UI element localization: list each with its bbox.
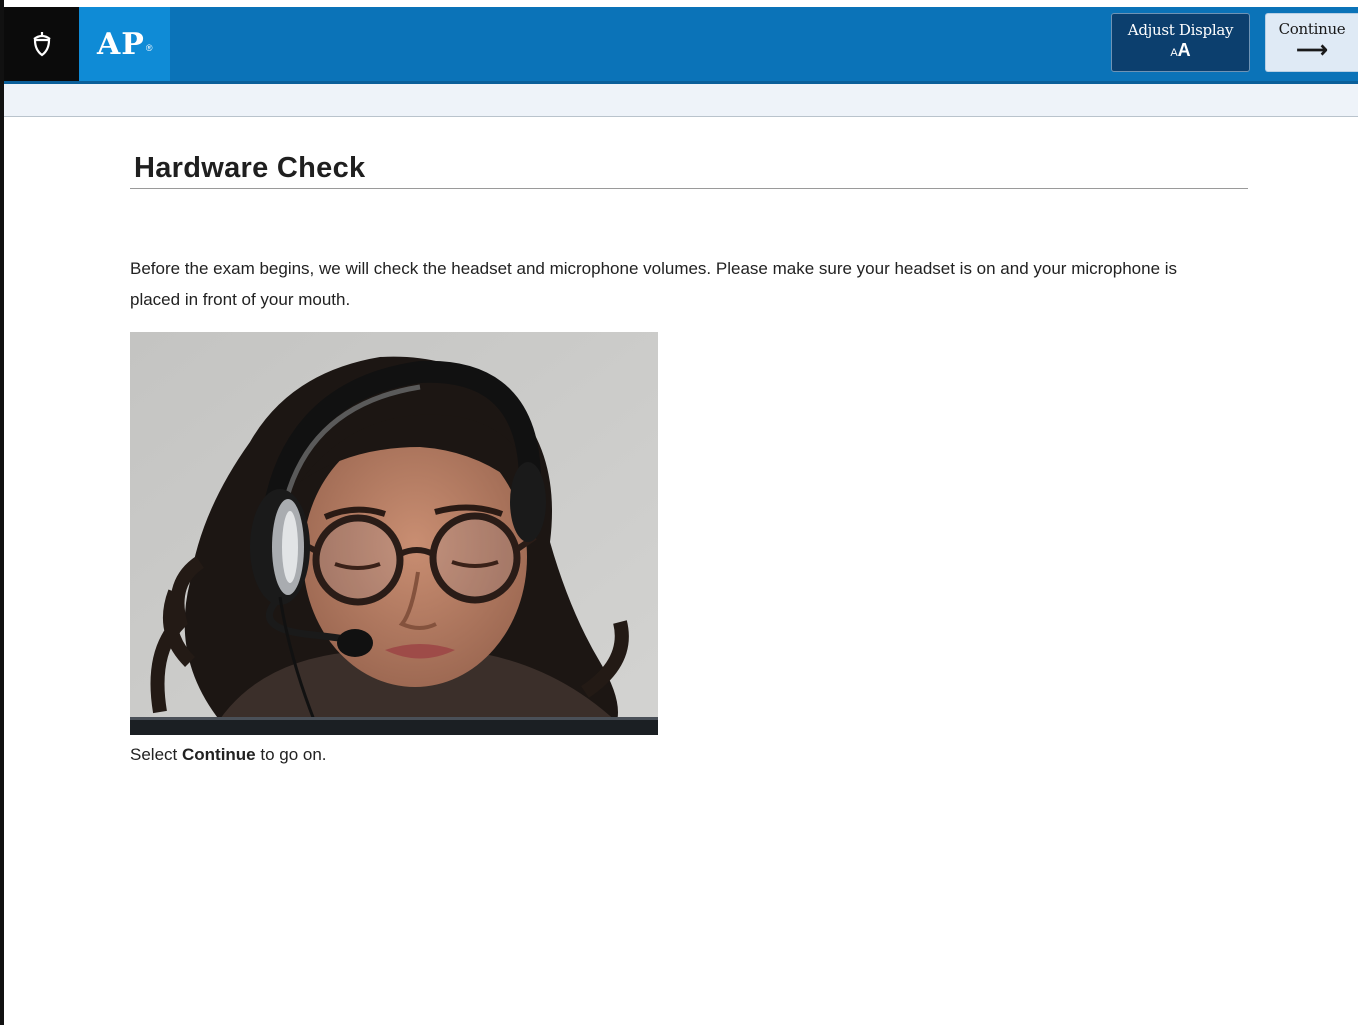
- headset-photo: [130, 332, 658, 735]
- continue-instruction: Select Continue to go on.: [130, 745, 1248, 765]
- title-divider: [130, 188, 1248, 189]
- page-title: Hardware Check: [134, 152, 366, 184]
- ap-logo-text: AP: [97, 26, 145, 62]
- continue-button[interactable]: Continue ⟶: [1265, 13, 1358, 72]
- adjust-display-button[interactable]: Adjust Display AA: [1111, 13, 1250, 72]
- continue-instruction-suffix: to go on.: [255, 745, 327, 764]
- main-content: Hardware Check Before the exam begins, w…: [130, 152, 1248, 765]
- instructions-text: Before the exam begins, we will check th…: [130, 259, 1178, 309]
- arrow-right-icon: ⟶: [1296, 37, 1328, 62]
- text-size-icon: AA: [1112, 40, 1249, 61]
- top-navigation-bar: AP ® Adjust Display AA Continue ⟶: [4, 7, 1358, 84]
- text-size-small-glyph: A: [1170, 47, 1178, 59]
- headset-photo-illustration: [130, 332, 658, 735]
- continue-instruction-prefix: Select: [130, 745, 182, 764]
- ap-registered-mark: ®: [145, 43, 153, 53]
- college-board-logo: [4, 7, 79, 81]
- continue-instruction-emphasis: Continue: [181, 745, 256, 764]
- adjust-display-label: Adjust Display: [1127, 21, 1234, 39]
- text-size-large-glyph: A: [1177, 40, 1191, 60]
- secondary-toolbar: [4, 84, 1358, 117]
- acorn-icon: [32, 32, 51, 57]
- window-left-edge: [0, 0, 4, 1025]
- ap-logo: AP ®: [79, 7, 170, 81]
- continue-label: Continue: [1278, 20, 1346, 38]
